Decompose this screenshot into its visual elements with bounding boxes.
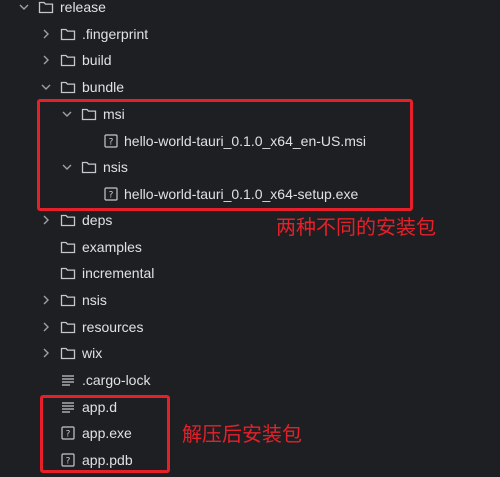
folder-icon — [60, 52, 76, 68]
folder-icon — [60, 319, 76, 335]
tree-item-wix[interactable]: wix — [0, 340, 500, 366]
folder-icon — [60, 79, 76, 95]
chevron-right-icon[interactable] — [40, 28, 52, 40]
tree-item-build[interactable]: build — [0, 47, 500, 73]
chevron-down-icon[interactable] — [18, 1, 30, 13]
chevron-right-icon[interactable] — [40, 321, 52, 333]
installers-note: 两种不同的安装包 — [276, 215, 436, 239]
chevron-right-icon[interactable] — [40, 214, 52, 226]
tree-item-release[interactable]: release — [0, 0, 500, 20]
tree-item-label: examples — [82, 239, 142, 255]
extracted-note: 解压后安装包 — [182, 422, 302, 446]
tree-item-label: build — [82, 52, 112, 68]
tree-item-label: resources — [82, 319, 144, 335]
folder-icon — [60, 292, 76, 308]
tree-item-label: bundle — [82, 79, 125, 95]
tree-item-label: incremental — [82, 265, 155, 281]
folder-icon — [60, 265, 76, 281]
tree-item-label: deps — [82, 212, 113, 228]
tree-item-cargo-lock[interactable]: .cargo-lock — [0, 367, 500, 393]
tree-item-label: nsis — [82, 292, 107, 308]
chevron-down-icon[interactable] — [40, 81, 52, 93]
folder-icon — [38, 0, 54, 15]
chevron-right-icon[interactable] — [40, 54, 52, 66]
tree-item-label: .cargo-lock — [82, 372, 151, 388]
tree-item-incremental[interactable]: incremental — [0, 260, 500, 286]
tree-item-fingerprint[interactable]: .fingerprint — [0, 21, 500, 47]
tree-item-nsis[interactable]: nsis — [0, 287, 500, 313]
tree-item-label: release — [60, 0, 106, 15]
tree-item-bundle[interactable]: bundle — [0, 74, 500, 100]
tree-item-label: .fingerprint — [82, 26, 149, 42]
text-file-icon — [60, 372, 76, 388]
extracted-highlight-box — [40, 395, 170, 473]
tree-item-resources[interactable]: resources — [0, 314, 500, 340]
tree-item-label: wix — [82, 345, 103, 361]
folder-icon — [60, 212, 76, 228]
folder-icon — [60, 26, 76, 42]
folder-icon — [60, 239, 76, 255]
chevron-right-icon[interactable] — [40, 294, 52, 306]
installers-highlight-box — [37, 99, 413, 211]
chevron-right-icon[interactable] — [40, 347, 52, 359]
folder-icon — [60, 345, 76, 361]
